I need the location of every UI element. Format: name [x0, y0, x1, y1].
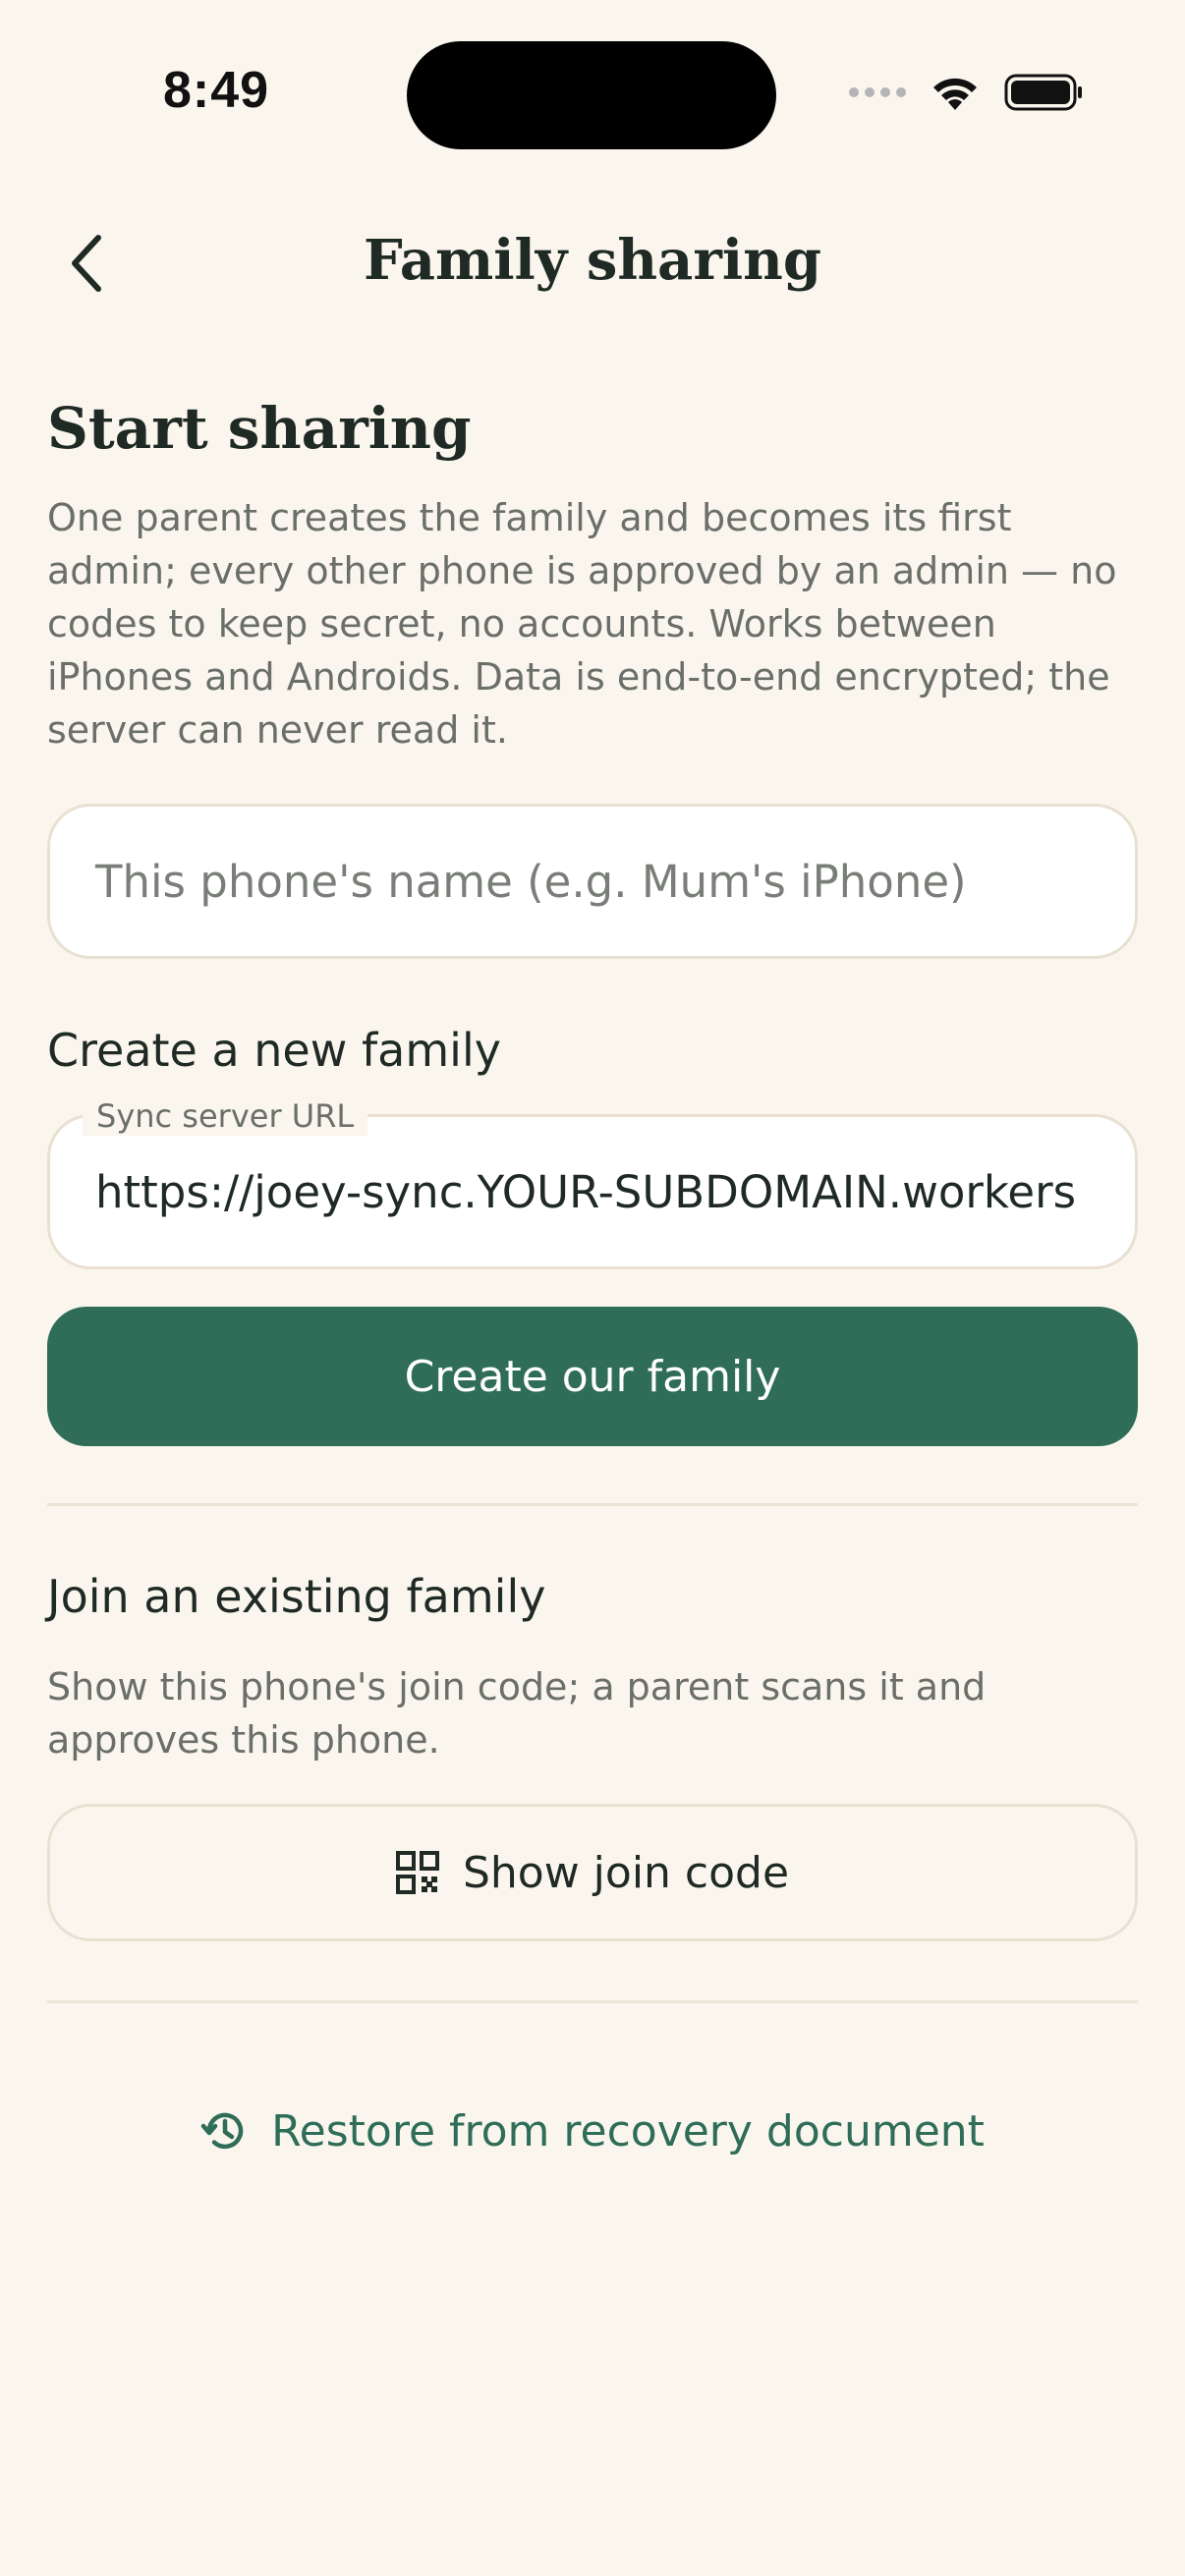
dynamic-island: [407, 41, 776, 149]
divider: [47, 1503, 1138, 1506]
sync-server-url-value: https://joey-sync.YOUR-SUBDOMAIN.workers: [95, 1165, 1077, 1218]
sync-server-url-label: Sync server URL: [83, 1096, 368, 1136]
join-family-description: Show this phone's join code; a parent sc…: [47, 1665, 987, 1762]
history-icon: [200, 2112, 244, 2150]
create-family-heading: Create a new family: [47, 1024, 501, 1077]
battery-icon: [1004, 73, 1083, 112]
cellular-signal-icon: [849, 87, 906, 97]
sync-server-url-input[interactable]: https://joey-sync.YOUR-SUBDOMAIN.workers: [47, 1114, 1138, 1269]
family-sharing-screen: 8:49 Family sharing Start sharing One pa…: [0, 0, 1185, 2576]
status-icons: [849, 73, 1083, 112]
show-join-code-button[interactable]: Show join code: [47, 1804, 1138, 1941]
divider: [47, 2000, 1138, 2003]
wifi-icon: [930, 73, 981, 112]
restore-label: Restore from recovery document: [271, 2105, 985, 2156]
join-family-heading: Join an existing family: [47, 1570, 546, 1623]
restore-from-recovery-link[interactable]: Restore from recovery document: [0, 2099, 1185, 2163]
phone-name-placeholder: This phone's name (e.g. Mum's iPhone): [95, 855, 967, 908]
create-family-button[interactable]: Create our family: [47, 1307, 1138, 1446]
start-sharing-description: One parent creates the family and become…: [47, 496, 1117, 752]
phone-name-input[interactable]: This phone's name (e.g. Mum's iPhone): [47, 804, 1138, 959]
status-time: 8:49: [163, 62, 270, 119]
qr-code-icon: [395, 1851, 439, 1894]
create-family-button-label: Create our family: [404, 1351, 781, 1402]
start-sharing-heading: Start sharing: [47, 395, 472, 462]
show-join-code-label: Show join code: [462, 1847, 790, 1898]
page-title: Family sharing: [364, 228, 821, 293]
